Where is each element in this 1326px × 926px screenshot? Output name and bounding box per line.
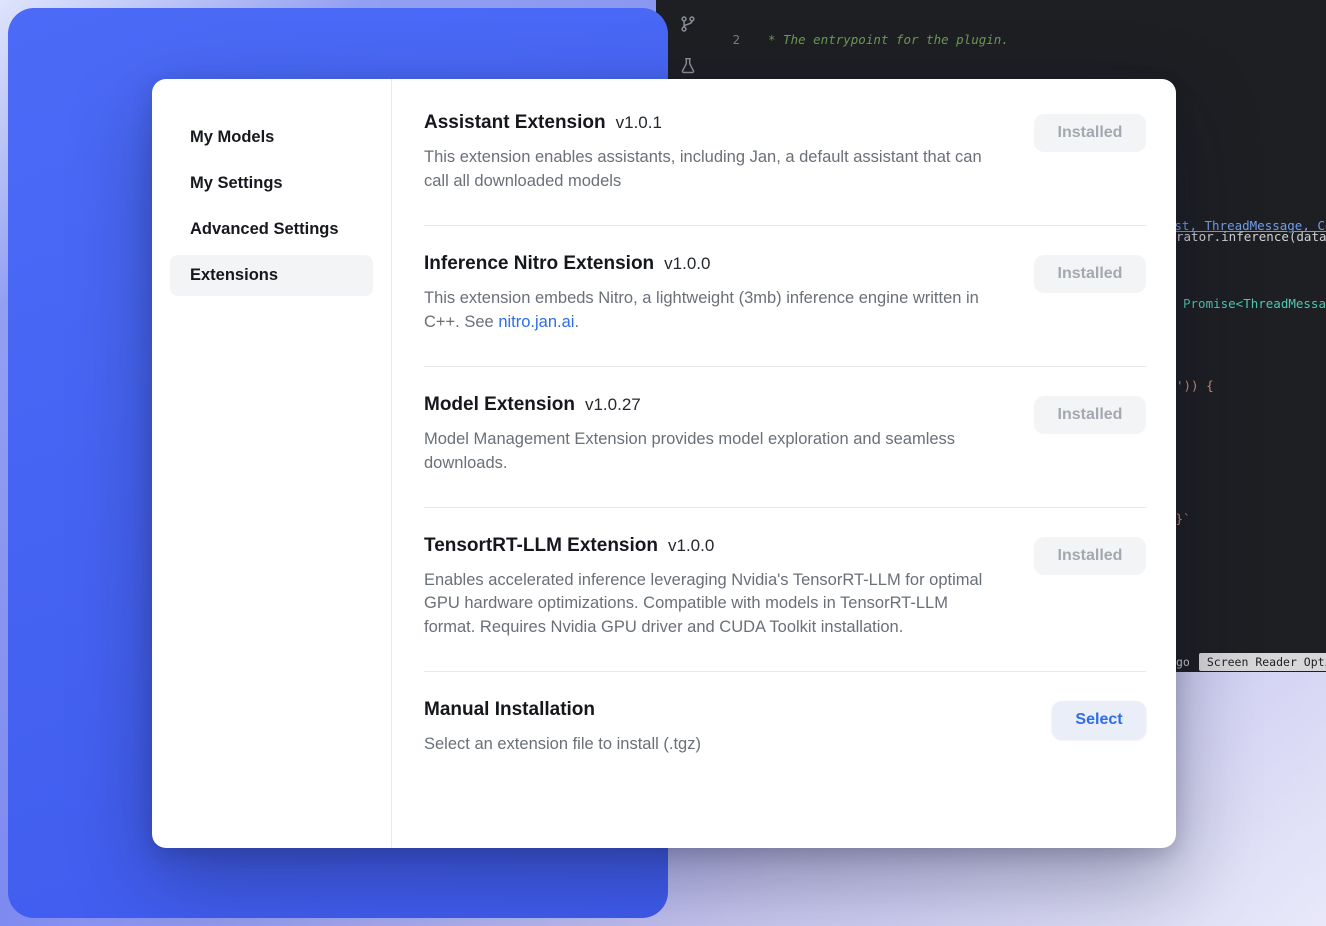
extension-title: Inference Nitro Extensionv1.0.0: [424, 253, 1002, 275]
installed-button[interactable]: Installed: [1034, 255, 1146, 293]
extension-version: v1.0.27: [585, 395, 641, 414]
extension-row-inference-nitro: Inference Nitro Extensionv1.0.0 This ext…: [424, 226, 1146, 367]
code-fragment: Promise<ThreadMessage>: [1183, 296, 1326, 311]
sidebar-item-my-models[interactable]: My Models: [170, 117, 373, 158]
code-fragment: ')) {: [1176, 378, 1214, 393]
sidebar-item-extensions[interactable]: Extensions: [170, 255, 373, 296]
code-line: 2* The entrypoint for the plugin.: [656, 32, 1326, 49]
manual-installation-title: Manual Installation: [424, 699, 701, 721]
extension-version: v1.0.0: [664, 254, 710, 273]
manual-installation-description: Select an extension file to install (.tg…: [424, 733, 701, 757]
extension-description: Model Management Extension provides mode…: [424, 428, 1002, 476]
extension-row-assistant: Assistant Extensionv1.0.1 This extension…: [424, 85, 1146, 226]
installed-button[interactable]: Installed: [1034, 114, 1146, 152]
extension-version: v1.0.0: [668, 536, 714, 555]
extensions-list: Assistant Extensionv1.0.1 This extension…: [392, 79, 1176, 848]
installed-button[interactable]: Installed: [1034, 537, 1146, 575]
extension-row-model: Model Extensionv1.0.27 Model Management …: [424, 367, 1146, 508]
sidebar-item-my-settings[interactable]: My Settings: [170, 163, 373, 204]
extension-description: Enables accelerated inference leveraging…: [424, 569, 1002, 641]
extension-title: Model Extensionv1.0.27: [424, 394, 1002, 416]
extension-row-tensorrt-llm: TensortRT-LLM Extensionv1.0.0 Enables ac…: [424, 508, 1146, 673]
status-text: go: [1176, 655, 1190, 669]
settings-sidebar: My Models My Settings Advanced Settings …: [152, 79, 392, 848]
settings-modal: My Models My Settings Advanced Settings …: [152, 79, 1176, 848]
extension-description: This extension enables assistants, inclu…: [424, 146, 1002, 194]
extension-description: This extension embeds Nitro, a lightweig…: [424, 287, 1002, 335]
manual-installation-row: Manual Installation Select an extension …: [424, 672, 1146, 788]
code-fragment: rator.inference(data));: [1176, 229, 1326, 244]
select-file-button[interactable]: Select: [1052, 701, 1146, 739]
nitro-jan-ai-link[interactable]: nitro.jan.ai: [498, 313, 574, 331]
extension-version: v1.0.1: [616, 113, 662, 132]
screen-reader-optimized-chip[interactable]: Screen Reader Optimized: [1199, 653, 1326, 671]
extension-title: TensortRT-LLM Extensionv1.0.0: [424, 535, 1002, 557]
extension-title: Assistant Extensionv1.0.1: [424, 112, 1002, 134]
sidebar-item-advanced-settings[interactable]: Advanced Settings: [170, 209, 373, 250]
installed-button[interactable]: Installed: [1034, 396, 1146, 434]
